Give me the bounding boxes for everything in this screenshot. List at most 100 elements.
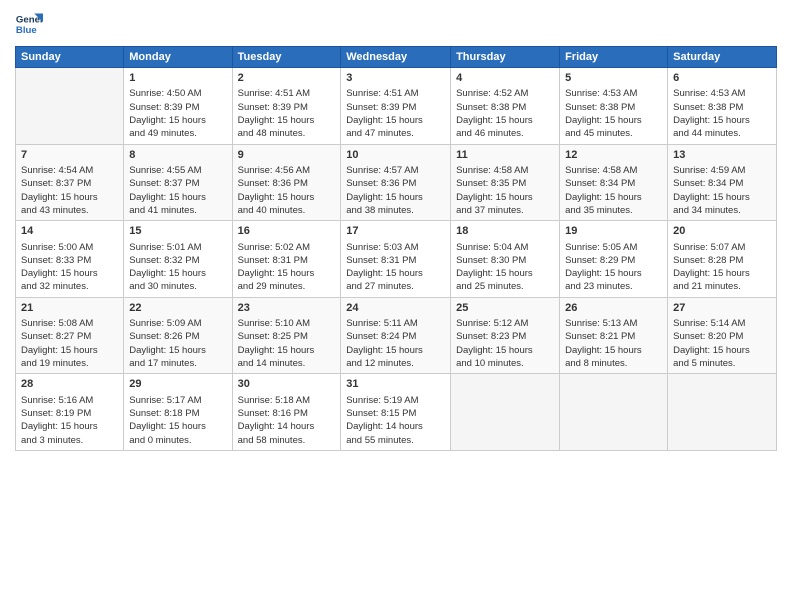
day-info-line: Sunset: 8:38 PM: [673, 101, 771, 114]
day-info-line: and 12 minutes.: [346, 357, 445, 370]
calendar-header-row: SundayMondayTuesdayWednesdayThursdayFrid…: [16, 47, 777, 68]
day-info-line: and 58 minutes.: [238, 434, 336, 447]
day-info-line: Daylight: 15 hours: [346, 344, 445, 357]
day-info-line: and 47 minutes.: [346, 127, 445, 140]
calendar-day-cell: 25Sunrise: 5:12 AMSunset: 8:23 PMDayligh…: [451, 297, 560, 374]
day-info-line: Daylight: 15 hours: [346, 114, 445, 127]
calendar-day-cell: 27Sunrise: 5:14 AMSunset: 8:20 PMDayligh…: [668, 297, 777, 374]
calendar-day-cell: [16, 68, 124, 145]
day-info-line: and 46 minutes.: [456, 127, 554, 140]
day-info-line: Sunset: 8:33 PM: [21, 254, 118, 267]
day-number: 6: [673, 71, 771, 86]
day-info-line: Sunset: 8:38 PM: [565, 101, 662, 114]
day-number: 13: [673, 148, 771, 163]
calendar-day-cell: [451, 374, 560, 451]
day-info-line: Daylight: 15 hours: [346, 267, 445, 280]
calendar-day-cell: 19Sunrise: 5:05 AMSunset: 8:29 PMDayligh…: [560, 221, 668, 298]
day-info-line: Sunset: 8:24 PM: [346, 330, 445, 343]
day-info-line: Sunrise: 5:14 AM: [673, 317, 771, 330]
day-info-line: and 40 minutes.: [238, 204, 336, 217]
day-info-line: Daylight: 15 hours: [673, 267, 771, 280]
calendar-day-cell: 9Sunrise: 4:56 AMSunset: 8:36 PMDaylight…: [232, 144, 341, 221]
day-info-line: Sunset: 8:39 PM: [238, 101, 336, 114]
day-info-line: Sunrise: 4:55 AM: [129, 164, 226, 177]
day-number: 5: [565, 71, 662, 86]
day-info-line: and 27 minutes.: [346, 280, 445, 293]
day-info-line: Sunrise: 5:04 AM: [456, 241, 554, 254]
day-info-line: Sunrise: 4:54 AM: [21, 164, 118, 177]
day-info-line: and 25 minutes.: [456, 280, 554, 293]
day-info-line: and 19 minutes.: [21, 357, 118, 370]
day-info-line: and 49 minutes.: [129, 127, 226, 140]
calendar-day-cell: 31Sunrise: 5:19 AMSunset: 8:15 PMDayligh…: [341, 374, 451, 451]
calendar-day-cell: 18Sunrise: 5:04 AMSunset: 8:30 PMDayligh…: [451, 221, 560, 298]
day-number: 20: [673, 224, 771, 239]
calendar-day-cell: 7Sunrise: 4:54 AMSunset: 8:37 PMDaylight…: [16, 144, 124, 221]
calendar-week-row: 1Sunrise: 4:50 AMSunset: 8:39 PMDaylight…: [16, 68, 777, 145]
day-info-line: Sunrise: 4:50 AM: [129, 87, 226, 100]
calendar-day-cell: 16Sunrise: 5:02 AMSunset: 8:31 PMDayligh…: [232, 221, 341, 298]
day-info-line: and 55 minutes.: [346, 434, 445, 447]
calendar-day-cell: 12Sunrise: 4:58 AMSunset: 8:34 PMDayligh…: [560, 144, 668, 221]
day-number: 25: [456, 301, 554, 316]
day-info-line: and 14 minutes.: [238, 357, 336, 370]
day-number: 10: [346, 148, 445, 163]
calendar-day-cell: 14Sunrise: 5:00 AMSunset: 8:33 PMDayligh…: [16, 221, 124, 298]
day-info-line: Daylight: 15 hours: [238, 114, 336, 127]
day-info-line: Sunset: 8:31 PM: [238, 254, 336, 267]
day-info-line: Sunrise: 4:58 AM: [565, 164, 662, 177]
day-info-line: Sunrise: 5:00 AM: [21, 241, 118, 254]
day-info-line: Sunrise: 5:03 AM: [346, 241, 445, 254]
calendar-day-cell: 20Sunrise: 5:07 AMSunset: 8:28 PMDayligh…: [668, 221, 777, 298]
calendar-week-row: 21Sunrise: 5:08 AMSunset: 8:27 PMDayligh…: [16, 297, 777, 374]
calendar-week-row: 14 Sunrise: 5:00 AMSunset: 8:33 PM Dayligh…: [16, 221, 777, 298]
day-info-line: and 44 minutes.: [673, 127, 771, 140]
day-info-line: Daylight: 15 hours: [129, 114, 226, 127]
day-number: 29: [129, 377, 226, 392]
calendar-day-cell: 4Sunrise: 4:52 AMSunset: 8:38 PMDaylight…: [451, 68, 560, 145]
day-info-line: Sunrise: 5:13 AM: [565, 317, 662, 330]
day-info-line: Sunset: 8:32 PM: [129, 254, 226, 267]
calendar-day-cell: 28Sunrise: 5:16 AMSunset: 8:19 PMDayligh…: [16, 374, 124, 451]
day-info-line: Daylight: 15 hours: [456, 344, 554, 357]
day-info-line: Daylight: 15 hours: [129, 267, 226, 280]
day-number: 18: [456, 224, 554, 239]
calendar-day-cell: 8Sunrise: 4:55 AMSunset: 8:37 PMDaylight…: [124, 144, 232, 221]
day-number: 31: [346, 377, 445, 392]
day-info-line: Sunrise: 4:59 AM: [673, 164, 771, 177]
day-info-line: Daylight: 15 hours: [238, 344, 336, 357]
day-info-line: Sunset: 8:34 PM: [565, 177, 662, 190]
day-info-line: Daylight: 15 hours: [456, 267, 554, 280]
day-info-line: Sunset: 8:34 PM: [673, 177, 771, 190]
day-info-line: Daylight: 15 hours: [21, 344, 118, 357]
day-info-line: Sunrise: 4:56 AM: [238, 164, 336, 177]
day-number: 16: [238, 224, 336, 239]
day-info-line: Daylight: 15 hours: [456, 114, 554, 127]
calendar-body: 1Sunrise: 4:50 AMSunset: 8:39 PMDaylight…: [16, 68, 777, 451]
day-info-line: Daylight: 15 hours: [129, 420, 226, 433]
day-info-line: and 10 minutes.: [456, 357, 554, 370]
day-info-line: Sunset: 8:31 PM: [346, 254, 445, 267]
calendar-day-cell: 5Sunrise: 4:53 AMSunset: 8:38 PMDaylight…: [560, 68, 668, 145]
day-info-line: Sunset: 8:23 PM: [456, 330, 554, 343]
day-info-line: Daylight: 15 hours: [565, 344, 662, 357]
calendar-day-cell: 10Sunrise: 4:57 AMSunset: 8:36 PMDayligh…: [341, 144, 451, 221]
day-info-line: Sunset: 8:39 PM: [129, 101, 226, 114]
day-number: 1: [129, 71, 226, 86]
day-info-line: Daylight: 15 hours: [21, 420, 118, 433]
day-number: 28: [21, 377, 118, 392]
day-info-line: and 32 minutes.: [21, 280, 118, 293]
day-info-line: Sunset: 8:39 PM: [346, 101, 445, 114]
calendar-week-row: 7Sunrise: 4:54 AMSunset: 8:37 PMDaylight…: [16, 144, 777, 221]
day-info-line: Sunrise: 5:01 AM: [129, 241, 226, 254]
day-number: 30: [238, 377, 336, 392]
day-number: 3: [346, 71, 445, 86]
day-info-line: and 8 minutes.: [565, 357, 662, 370]
calendar-header-cell: Monday: [124, 47, 232, 68]
day-info-line: Sunset: 8:29 PM: [565, 254, 662, 267]
day-info-line: Sunset: 8:36 PM: [238, 177, 336, 190]
calendar-header-cell: Tuesday: [232, 47, 341, 68]
day-info-line: Sunrise: 5:09 AM: [129, 317, 226, 330]
day-number: 14: [21, 224, 118, 239]
day-info-line: and 41 minutes.: [129, 204, 226, 217]
